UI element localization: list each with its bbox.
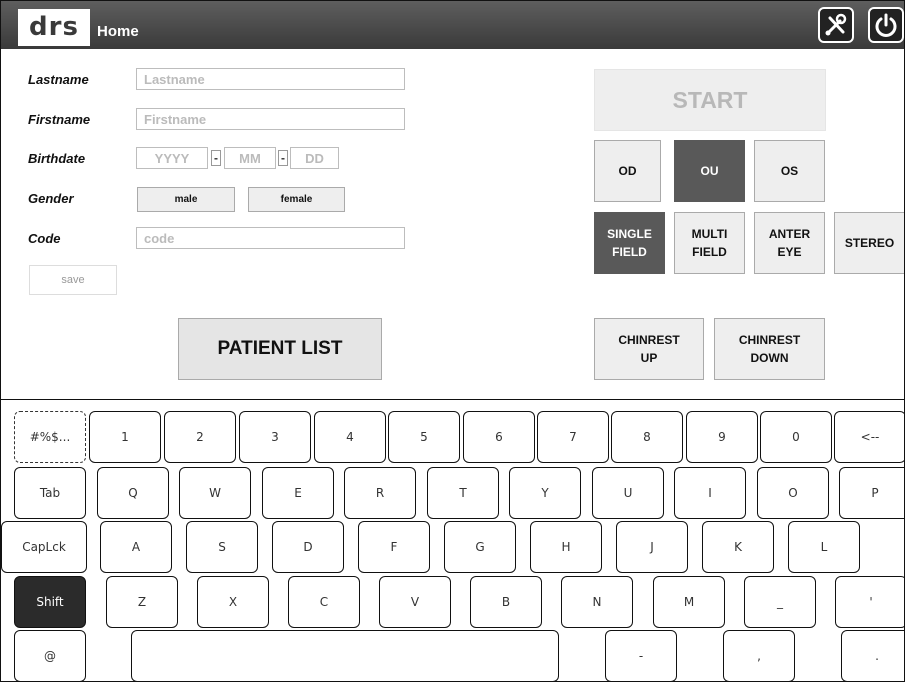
birthdate-separator: -: [278, 150, 288, 166]
gender-female-button[interactable]: female: [248, 187, 345, 212]
key-3[interactable]: 3: [239, 411, 311, 463]
key-a[interactable]: A: [100, 521, 172, 573]
key-shift[interactable]: Shift: [14, 576, 86, 628]
firstname-input[interactable]: [136, 108, 405, 130]
key-w[interactable]: W: [179, 467, 251, 519]
gender-label: Gender: [28, 191, 74, 206]
key-v[interactable]: V: [379, 576, 451, 628]
key-comma[interactable]: ,: [723, 630, 795, 681]
eye-ou-button[interactable]: OU: [674, 140, 745, 202]
eye-od-button[interactable]: OD: [594, 140, 661, 202]
key-b[interactable]: B: [470, 576, 542, 628]
key-l[interactable]: L: [788, 521, 860, 573]
key-5[interactable]: 5: [388, 411, 460, 463]
key-caps-lock[interactable]: CapLck: [1, 521, 87, 573]
key-t[interactable]: T: [427, 467, 499, 519]
key-o[interactable]: O: [757, 467, 829, 519]
key-q[interactable]: Q: [97, 467, 169, 519]
key-m[interactable]: M: [653, 576, 725, 628]
key-h[interactable]: H: [530, 521, 602, 573]
lastname-input[interactable]: [136, 68, 405, 90]
drs-logo: drs: [18, 9, 90, 46]
single-field-button[interactable]: SINGLE FIELD: [594, 212, 665, 274]
key-7[interactable]: 7: [537, 411, 609, 463]
key-p[interactable]: P: [839, 467, 904, 519]
stereo-button[interactable]: STEREO: [834, 212, 904, 274]
tools-icon[interactable]: [818, 7, 854, 43]
key-1[interactable]: 1: [89, 411, 161, 463]
birth-year-input[interactable]: [136, 147, 208, 169]
key-n[interactable]: N: [561, 576, 633, 628]
key-c[interactable]: C: [288, 576, 360, 628]
start-button[interactable]: START: [594, 69, 826, 131]
key-f[interactable]: F: [358, 521, 430, 573]
multi-field-button[interactable]: MULTI FIELD: [674, 212, 745, 274]
key-r[interactable]: R: [344, 467, 416, 519]
key-d[interactable]: D: [272, 521, 344, 573]
key-period[interactable]: .: [841, 630, 904, 681]
on-screen-keyboard: #%$... 1 2 3 4 5 6 7 8 9 0 <-- Tab Q W E…: [1, 399, 904, 681]
birthdate-label: Birthdate: [28, 151, 86, 166]
key-g[interactable]: G: [444, 521, 516, 573]
key-0[interactable]: 0: [760, 411, 832, 463]
power-icon[interactable]: [868, 7, 904, 43]
key-9[interactable]: 9: [686, 411, 758, 463]
firstname-label: Firstname: [28, 112, 91, 127]
page-title: Home: [97, 23, 139, 40]
key-space[interactable]: [131, 630, 559, 681]
app-window: drs Home Lastname Firstname Birthdate - …: [0, 0, 905, 682]
top-bar: drs Home: [1, 1, 904, 49]
key-z[interactable]: Z: [106, 576, 178, 628]
anter-eye-button[interactable]: ANTER EYE: [754, 212, 825, 274]
chinrest-up-button[interactable]: CHINREST UP: [594, 318, 704, 380]
birth-month-input[interactable]: [224, 147, 276, 169]
birth-day-input[interactable]: [290, 147, 339, 169]
code-label: Code: [28, 231, 61, 246]
key-backspace[interactable]: <--: [834, 411, 904, 463]
key-hyphen[interactable]: -: [605, 630, 677, 681]
key-i[interactable]: I: [674, 467, 746, 519]
key-x[interactable]: X: [197, 576, 269, 628]
key-symbols[interactable]: #%$...: [14, 411, 86, 463]
gender-male-button[interactable]: male: [137, 187, 235, 212]
key-2[interactable]: 2: [164, 411, 236, 463]
key-j[interactable]: J: [616, 521, 688, 573]
key-u[interactable]: U: [592, 467, 664, 519]
key-y[interactable]: Y: [509, 467, 581, 519]
key-6[interactable]: 6: [463, 411, 535, 463]
key-s[interactable]: S: [186, 521, 258, 573]
save-button[interactable]: save: [29, 265, 117, 295]
patient-list-button[interactable]: PATIENT LIST: [178, 318, 382, 380]
key-apostrophe[interactable]: ': [835, 576, 904, 628]
lastname-label: Lastname: [28, 72, 89, 87]
eye-os-button[interactable]: OS: [754, 140, 825, 202]
code-input[interactable]: [136, 227, 405, 249]
key-underscore[interactable]: _: [744, 576, 816, 628]
chinrest-down-button[interactable]: CHINREST DOWN: [714, 318, 825, 380]
key-k[interactable]: K: [702, 521, 774, 573]
birthdate-separator: -: [211, 150, 221, 166]
key-e[interactable]: E: [262, 467, 334, 519]
key-8[interactable]: 8: [611, 411, 683, 463]
key-tab[interactable]: Tab: [14, 467, 86, 519]
key-at[interactable]: @: [14, 630, 86, 681]
key-4[interactable]: 4: [314, 411, 386, 463]
